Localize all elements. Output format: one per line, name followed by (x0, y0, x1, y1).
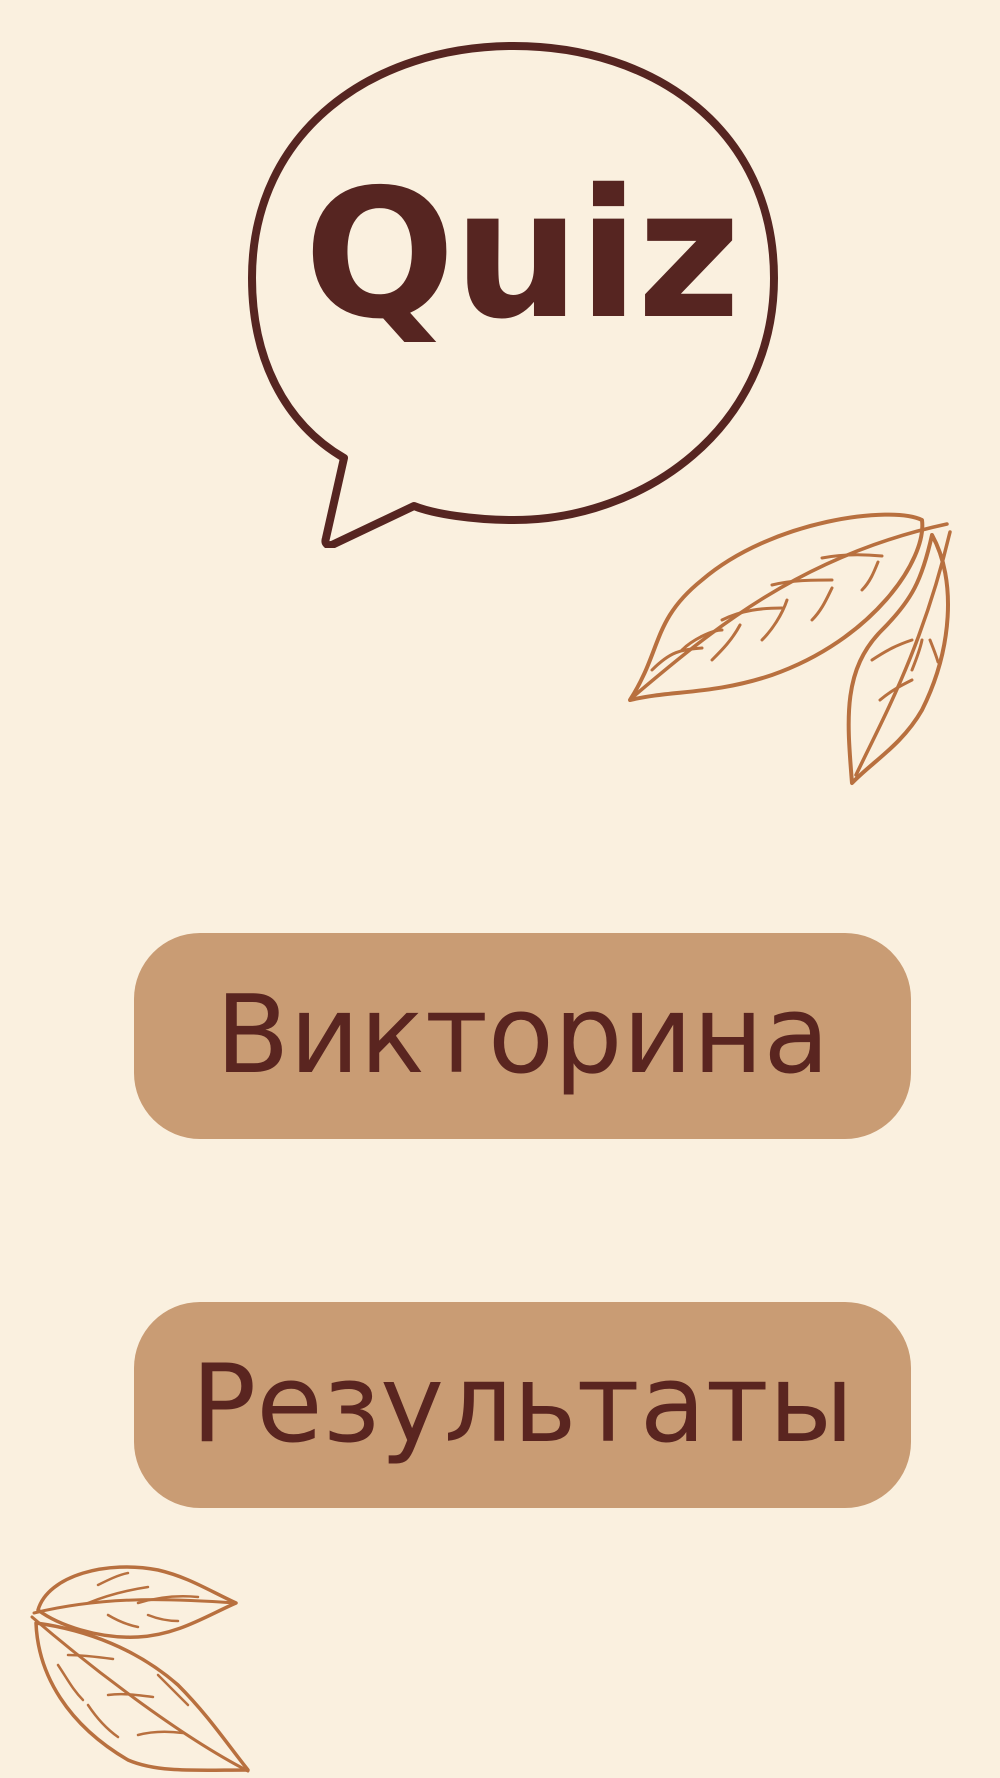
quiz-button[interactable]: Викторина (134, 933, 911, 1139)
results-button[interactable]: Результаты (134, 1302, 911, 1508)
quiz-button-label: Викторина (215, 973, 830, 1098)
quiz-logo: Quiz (244, 38, 784, 548)
leaves-icon (30, 1565, 250, 1773)
leaves-decoration-bottom (28, 1555, 258, 1775)
leaves-decoration-top (622, 500, 977, 795)
results-button-label: Результаты (191, 1342, 854, 1467)
leaves-icon (628, 512, 952, 785)
logo-title: Quiz (304, 151, 741, 358)
